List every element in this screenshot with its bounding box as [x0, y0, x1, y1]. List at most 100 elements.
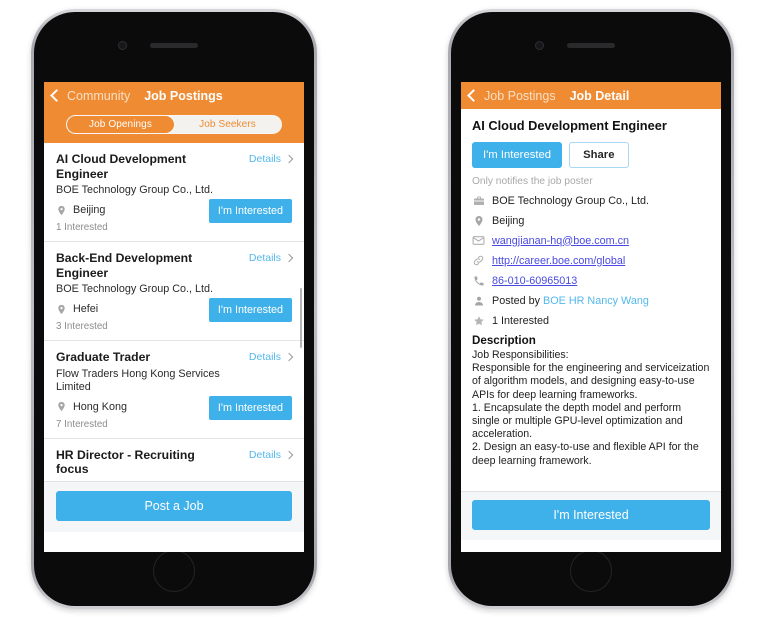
detail-navbar: Job Postings Job Detail: [461, 82, 721, 109]
job-title: Graduate Trader: [56, 350, 151, 364]
job-interested-count: 3 Interested: [56, 321, 108, 332]
chevron-left-icon: [50, 89, 63, 102]
phone-device-right: Job Postings Job Detail AI Cloud Develop…: [448, 9, 734, 609]
front-camera-icon: [535, 41, 544, 50]
job-company: Flow Traders Hong Kong Services Limited: [56, 367, 220, 393]
listing-navbar: Community Job Postings: [44, 82, 304, 109]
phone-link[interactable]: 86-010-60965013: [492, 275, 577, 287]
front-camera-icon: [118, 41, 127, 50]
table-row[interactable]: Graduate Trader Details Flow Traders Hon…: [44, 341, 304, 439]
details-label: Details: [248, 448, 281, 461]
posted-by-prefix: Posted by: [492, 294, 541, 307]
home-button[interactable]: [570, 550, 612, 592]
earpiece-speaker-icon: [567, 43, 615, 48]
back-label: Job Postings: [484, 88, 556, 103]
table-row[interactable]: HR Director - Recruiting focus Details: [44, 439, 304, 482]
person-icon: [472, 294, 485, 307]
chevron-right-icon: [284, 154, 294, 164]
segmented-control[interactable]: Job Openings Job Seekers: [66, 115, 282, 134]
im-interested-button[interactable]: I'm Interested: [208, 395, 292, 420]
im-interested-button[interactable]: I'm Interested: [472, 142, 563, 168]
share-button[interactable]: Share: [569, 142, 629, 168]
table-row[interactable]: AI Cloud Development Engineer Details BO…: [44, 143, 304, 242]
job-company: BOE Technology Group Co., Ltd.: [56, 283, 214, 295]
company-name: BOE Technology Group Co., Ltd.: [492, 194, 650, 207]
chevron-right-icon: [284, 450, 294, 459]
job-title: AI Cloud Development Engineer: [56, 152, 187, 181]
im-interested-button[interactable]: I'm Interested: [208, 298, 292, 322]
tab-job-seekers[interactable]: Job Seekers: [174, 116, 281, 133]
details-link[interactable]: Details: [248, 351, 294, 363]
job-row-header: AI Cloud Development Engineer Details: [56, 152, 294, 181]
listing-bottom-bar: Post a Job: [44, 481, 304, 532]
back-to-community-button[interactable]: Community: [50, 88, 131, 103]
job-location: Hefei: [73, 303, 99, 315]
table-row[interactable]: Back-End Development Engineer Details BO…: [44, 242, 304, 341]
details-label: Details: [248, 153, 281, 165]
im-interested-button[interactable]: I'm Interested: [208, 199, 292, 223]
page-title: Job Postings: [144, 88, 223, 103]
phone-row[interactable]: 86-010-60965013: [472, 274, 710, 287]
details-label: Details: [248, 252, 281, 264]
phone-icon: [472, 274, 485, 287]
chevron-right-icon: [284, 253, 294, 263]
envelope-icon: [472, 234, 485, 247]
map-pin-icon: [58, 205, 65, 215]
job-row-header: Graduate Trader Details: [56, 350, 294, 365]
description-body: Job Responsibilities: Responsible for th…: [472, 349, 710, 467]
company-row: BOE Technology Group Co., Ltd.: [472, 194, 710, 207]
description-heading: Description: [472, 334, 536, 347]
job-title: AI Cloud Development Engineer: [472, 118, 667, 133]
map-pin-icon: [58, 401, 65, 412]
details-label: Details: [248, 351, 281, 363]
posted-by-row: Posted by BOE HR Nancy Wang: [472, 294, 710, 307]
detail-bottom-bar: I'm Interested: [461, 491, 721, 540]
details-link[interactable]: Details: [248, 448, 294, 461]
im-interested-bottom-button[interactable]: I'm Interested: [472, 500, 710, 530]
detail-content: AI Cloud Development Engineer I'm Intere…: [461, 109, 721, 491]
page-title: Job Detail: [569, 88, 630, 103]
phone-bezel-right: Job Postings Job Detail AI Cloud Develop…: [451, 12, 731, 606]
phone-device-left: Community Job Postings Job Openings Job …: [31, 9, 317, 609]
home-button[interactable]: [153, 550, 195, 592]
email-link[interactable]: wangjianan-hq@boe.com.cn: [492, 235, 629, 247]
link-icon: [472, 254, 485, 267]
email-row[interactable]: wangjianan-hq@boe.com.cn: [472, 234, 710, 247]
job-location: Beijing: [73, 204, 106, 216]
website-link[interactable]: http://career.boe.com/global: [492, 255, 625, 267]
screenshot-root: Community Job Postings Job Openings Job …: [0, 0, 768, 617]
website-row[interactable]: http://career.boe.com/global: [472, 254, 710, 267]
job-list[interactable]: AI Cloud Development Engineer Details BO…: [44, 143, 304, 481]
back-label: Community: [67, 88, 131, 103]
location-value: Beijing: [492, 214, 525, 227]
job-location: Hong Kong: [73, 400, 128, 413]
location-row: Beijing: [472, 214, 710, 227]
job-interested-count: 7 Interested: [56, 418, 108, 430]
job-company: BOE Technology Group Co., Ltd.: [56, 184, 214, 196]
job-row-header: HR Director - Recruiting focus Details: [56, 447, 294, 477]
briefcase-icon: [472, 194, 485, 207]
scrollbar[interactable]: [299, 288, 302, 348]
posted-by-name[interactable]: BOE HR Nancy Wang: [543, 295, 649, 307]
job-detail-screen: Job Postings Job Detail AI Cloud Develop…: [461, 82, 721, 552]
tab-job-openings[interactable]: Job Openings: [67, 116, 175, 133]
chevron-left-icon: [467, 89, 480, 102]
earpiece-speaker-icon: [150, 43, 198, 48]
interested-count: 1 Interested: [492, 314, 550, 327]
details-link[interactable]: Details: [248, 252, 294, 264]
notify-note: Only notifies the job poster: [472, 176, 593, 187]
back-to-job-postings-button[interactable]: Job Postings: [467, 88, 556, 103]
interested-count-row: 1 Interested: [472, 314, 710, 327]
map-pin-icon: [58, 304, 65, 314]
job-title: HR Director - Recruiting focus: [56, 447, 195, 477]
phone-bezel-left: Community Job Postings Job Openings Job …: [34, 12, 314, 606]
chevron-right-icon: [284, 352, 294, 362]
post-a-job-button[interactable]: Post a Job: [56, 491, 292, 521]
job-title: Back-End Development Engineer: [56, 251, 193, 280]
job-postings-screen: Community Job Postings Job Openings Job …: [44, 82, 304, 552]
job-interested-count: 1 Interested: [56, 222, 108, 233]
details-link[interactable]: Details: [248, 153, 294, 165]
job-row-header: Back-End Development Engineer Details: [56, 251, 294, 280]
star-icon: [472, 314, 485, 327]
segmented-control-wrapper: Job Openings Job Seekers: [44, 109, 304, 143]
